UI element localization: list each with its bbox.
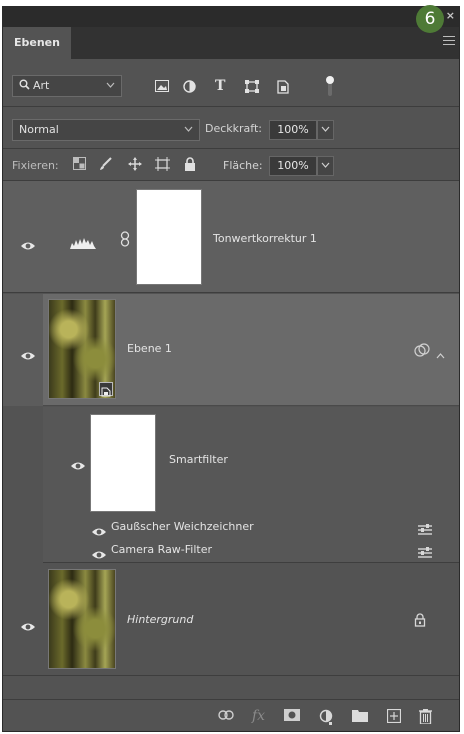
chevron-down-icon — [184, 125, 193, 135]
smart-filter-item-camera-raw[interactable]: Camera Raw-Filter — [3, 540, 459, 560]
fill-dropdown-button[interactable] — [317, 156, 334, 176]
type-layer-filter-icon[interactable]: T — [215, 79, 225, 93]
add-mask-icon[interactable] — [284, 709, 300, 724]
new-group-icon[interactable] — [352, 709, 368, 725]
layer-name[interactable]: Hintergrund — [127, 613, 193, 626]
eye-icon[interactable] — [70, 456, 86, 470]
layer-row-hintergrund[interactable]: Hintergrund — [3, 564, 459, 676]
close-icon[interactable]: × — [446, 9, 455, 22]
link-icon[interactable] — [120, 231, 130, 251]
levels-histogram-icon — [70, 234, 96, 253]
bottom-toolbar: fx — [3, 699, 459, 731]
layer-thumbnail[interactable] — [48, 569, 116, 669]
panel-title-bar: × — [3, 7, 459, 27]
chevron-down-icon — [106, 81, 115, 91]
link-layers-icon[interactable] — [218, 709, 234, 723]
artboard-lock-icon[interactable] — [155, 157, 170, 174]
new-layer-icon[interactable] — [386, 708, 402, 726]
blend-mode-select[interactable]: Normal — [12, 119, 200, 141]
filter-name[interactable]: Gaußscher Weichzeichner — [111, 520, 254, 533]
smart-object-icon — [99, 382, 113, 397]
delete-layer-icon[interactable] — [419, 709, 432, 727]
shape-layer-filter-icon[interactable] — [245, 80, 259, 96]
filter-blending-options-icon[interactable] — [418, 544, 432, 563]
adjustment-layer-filter-icon[interactable] — [183, 80, 196, 96]
eye-icon[interactable] — [20, 236, 36, 250]
eye-icon[interactable] — [20, 617, 36, 631]
filter-kind-select[interactable]: Art — [12, 75, 122, 97]
smart-filter-item-gaussian-blur[interactable]: Gaußscher Weichzeichner — [3, 517, 459, 537]
filter-toggle-icon[interactable] — [325, 75, 335, 100]
divider — [3, 148, 459, 149]
lock-icon[interactable] — [414, 612, 426, 631]
lock-row: Fixieren: Fläche: 100% — [3, 150, 459, 180]
smart-filter-label[interactable]: Smartfilter — [169, 453, 228, 466]
lock-label: Fixieren: — [12, 159, 59, 172]
smart-object-filter-icon[interactable] — [277, 80, 289, 97]
smart-filter-mask-thumbnail[interactable] — [90, 414, 156, 512]
smart-filter-group: Smartfilter Gaußscher Weichzeichner Came… — [3, 407, 459, 563]
lock-all-icon[interactable] — [184, 157, 196, 174]
filter-kind-label: Art — [33, 79, 50, 92]
opacity-input[interactable]: 100% — [269, 120, 317, 140]
layer-row-ebene-1[interactable]: Ebene 1 — [3, 294, 459, 406]
lock-transparent-pixels-icon[interactable] — [73, 157, 86, 173]
pixel-layer-filter-icon[interactable] — [155, 80, 169, 95]
chevron-up-icon[interactable] — [436, 344, 445, 363]
layers-list: Tonwertkorrektur 1 Ebene 1 Smartfilter G… — [3, 181, 459, 701]
layer-name[interactable]: Tonwertkorrektur 1 — [213, 232, 317, 245]
filter-row: Art T — [3, 71, 459, 103]
search-icon — [19, 79, 30, 93]
layer-mask-thumbnail[interactable] — [136, 189, 202, 285]
layer-row-tonwertkorrektur[interactable]: Tonwertkorrektur 1 — [3, 181, 459, 293]
opacity-label: Deckkraft: — [205, 122, 262, 135]
layer-thumbnail[interactable] — [48, 299, 116, 399]
layer-name[interactable]: Ebene 1 — [127, 342, 172, 355]
eye-icon[interactable] — [20, 346, 36, 360]
tab-bar: Ebenen — [3, 27, 459, 59]
blend-row: Normal Deckkraft: 100% — [3, 115, 459, 145]
filter-blending-options-icon[interactable] — [418, 521, 432, 540]
panel-menu-icon[interactable] — [443, 36, 455, 46]
divider — [3, 106, 459, 107]
fx-icon[interactable]: fx — [252, 709, 265, 723]
tab-layers[interactable]: Ebenen — [3, 27, 71, 59]
filter-name[interactable]: Camera Raw-Filter — [111, 543, 212, 556]
layers-panel: × Ebenen Art T Normal Deckkraft: 100% Fi… — [2, 6, 460, 732]
eye-icon[interactable] — [91, 522, 107, 536]
brush-icon[interactable] — [99, 157, 112, 174]
fill-input[interactable]: 100% — [269, 156, 317, 176]
step-number-badge: 6 — [416, 5, 444, 33]
smart-filter-indicator-icon — [413, 342, 431, 361]
eye-icon[interactable] — [91, 545, 107, 559]
fill-label: Fläche: — [223, 159, 263, 172]
new-adjustment-icon[interactable] — [319, 709, 333, 728]
blend-mode-value: Normal — [19, 123, 59, 136]
move-icon[interactable] — [128, 157, 142, 174]
opacity-dropdown-button[interactable] — [317, 120, 334, 140]
